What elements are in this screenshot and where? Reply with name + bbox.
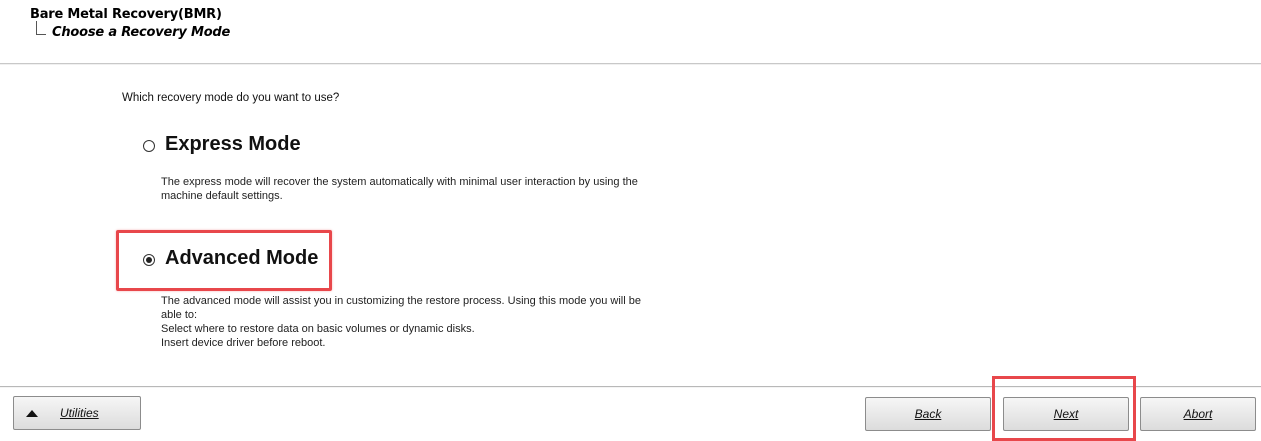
caret-up-icon [26, 409, 38, 417]
header-divider-highlight [0, 64, 1261, 65]
express-mode-radio[interactable] [143, 140, 155, 152]
advanced-mode-highlight-box [116, 230, 332, 291]
advanced-desc-line: The advanced mode will assist you in cus… [161, 295, 641, 307]
back-button[interactable]: Back [865, 397, 991, 431]
breadcrumb-tree-connector [36, 21, 46, 35]
advanced-desc-line: able to: [161, 309, 198, 321]
advanced-mode-description: The advanced mode will assist you in cus… [161, 294, 761, 350]
recovery-mode-question: Which recovery mode do you want to use? [122, 92, 340, 104]
express-desc-line: The express mode will recover the system… [161, 176, 638, 188]
abort-button[interactable]: Abort [1140, 397, 1256, 431]
utilities-button-label: Utilities [60, 406, 99, 420]
express-mode-description: The express mode will recover the system… [161, 175, 761, 203]
wizard-header: Bare Metal Recovery(BMR) Choose a Recove… [0, 0, 1261, 62]
bmr-wizard-window: Bare Metal Recovery(BMR) Choose a Recove… [0, 0, 1261, 441]
express-mode-label[interactable]: Express Mode [165, 133, 301, 156]
breadcrumb-current-step: Choose a Recovery Mode [52, 25, 231, 40]
breadcrumb-root: Bare Metal Recovery(BMR) [30, 7, 222, 22]
advanced-desc-line: Select where to restore data on basic vo… [161, 323, 475, 335]
utilities-button[interactable]: Utilities [13, 396, 141, 430]
back-button-label: Back [914, 407, 942, 421]
advanced-desc-line: Insert device driver before reboot. [161, 337, 326, 349]
next-button-highlight-box [992, 376, 1136, 441]
abort-button-label: Abort [1183, 407, 1213, 421]
express-desc-line: machine default settings. [161, 190, 283, 202]
